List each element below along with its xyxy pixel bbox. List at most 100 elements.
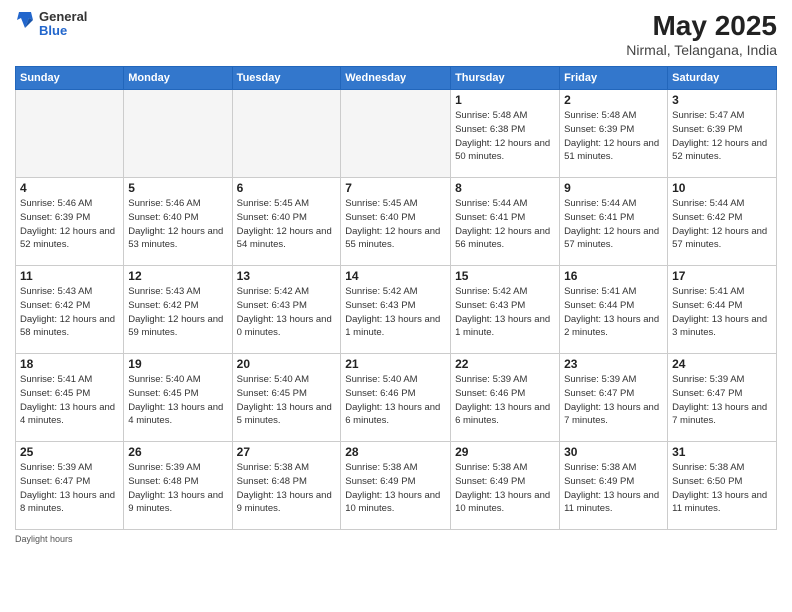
logo-general: General xyxy=(39,10,87,24)
day-number: 22 xyxy=(455,357,555,371)
day-number: 29 xyxy=(455,445,555,459)
day-info: Sunrise: 5:42 AM Sunset: 6:43 PM Dayligh… xyxy=(455,285,555,340)
day-number: 18 xyxy=(20,357,119,371)
day-number: 16 xyxy=(564,269,663,283)
calendar-cell: 5 Sunrise: 5:46 AM Sunset: 6:40 PM Daylig… xyxy=(124,178,232,266)
day-info: Sunrise: 5:48 AM Sunset: 6:39 PM Dayligh… xyxy=(564,109,663,164)
calendar-cell: 11 Sunrise: 5:43 AM Sunset: 6:42 PM Dayli… xyxy=(16,266,124,354)
weekday-header-thursday: Thursday xyxy=(451,67,560,90)
weekday-header-friday: Friday xyxy=(560,67,668,90)
day-info: Sunrise: 5:47 AM Sunset: 6:39 PM Dayligh… xyxy=(672,109,772,164)
day-info: Sunrise: 5:41 AM Sunset: 6:44 PM Dayligh… xyxy=(564,285,663,340)
day-info: Sunrise: 5:40 AM Sunset: 6:45 PM Dayligh… xyxy=(128,373,227,428)
header: General Blue May 2025 Nirmal, Telangana,… xyxy=(15,10,777,58)
day-info: Sunrise: 5:39 AM Sunset: 6:48 PM Dayligh… xyxy=(128,461,227,516)
weekday-header-saturday: Saturday xyxy=(668,67,777,90)
day-number: 5 xyxy=(128,181,227,195)
calendar-row-5: 25 Sunrise: 5:39 AM Sunset: 6:47 PM Dayli… xyxy=(16,442,777,530)
day-number: 27 xyxy=(237,445,337,459)
calendar-row-2: 4Sunrise: 5:46 AM Sunset: 6:39 PM Daylig… xyxy=(16,178,777,266)
page: General Blue May 2025 Nirmal, Telangana,… xyxy=(0,0,792,612)
day-number: 6 xyxy=(237,181,337,195)
day-info: Sunrise: 5:48 AM Sunset: 6:38 PM Dayligh… xyxy=(455,109,555,164)
calendar-row-3: 11 Sunrise: 5:43 AM Sunset: 6:42 PM Dayli… xyxy=(16,266,777,354)
calendar-cell: 21 Sunrise: 5:40 AM Sunset: 6:46 PM Dayli… xyxy=(341,354,451,442)
day-number: 2 xyxy=(564,93,663,107)
day-number: 30 xyxy=(564,445,663,459)
calendar-cell: 19 Sunrise: 5:40 AM Sunset: 6:45 PM Dayli… xyxy=(124,354,232,442)
calendar-cell: 31 Sunrise: 5:38 AM Sunset: 6:50 PM Dayli… xyxy=(668,442,777,530)
day-number: 15 xyxy=(455,269,555,283)
day-number: 9 xyxy=(564,181,663,195)
logo-blue: Blue xyxy=(39,24,87,38)
day-number: 31 xyxy=(672,445,772,459)
day-number: 11 xyxy=(20,269,119,283)
calendar-cell: 29Sunrise: 5:38 AM Sunset: 6:49 PM Dayli… xyxy=(451,442,560,530)
calendar-cell: 28 Sunrise: 5:38 AM Sunset: 6:49 PM Dayli… xyxy=(341,442,451,530)
day-info: Sunrise: 5:38 AM Sunset: 6:49 PM Dayligh… xyxy=(345,461,446,516)
day-number: 21 xyxy=(345,357,446,371)
calendar-cell: 27Sunrise: 5:38 AM Sunset: 6:48 PM Dayli… xyxy=(232,442,341,530)
day-info: Sunrise: 5:40 AM Sunset: 6:45 PM Dayligh… xyxy=(237,373,337,428)
calendar-cell: 17Sunrise: 5:41 AM Sunset: 6:44 PM Dayli… xyxy=(668,266,777,354)
day-info: Sunrise: 5:44 AM Sunset: 6:42 PM Dayligh… xyxy=(672,197,772,252)
calendar-row-4: 18 Sunrise: 5:41 AM Sunset: 6:45 PM Dayli… xyxy=(16,354,777,442)
page-subtitle: Nirmal, Telangana, India xyxy=(626,42,777,58)
calendar-cell: 15 Sunrise: 5:42 AM Sunset: 6:43 PM Dayli… xyxy=(451,266,560,354)
calendar-cell: 30 Sunrise: 5:38 AM Sunset: 6:49 PM Dayli… xyxy=(560,442,668,530)
calendar-cell: 24Sunrise: 5:39 AM Sunset: 6:47 PM Dayli… xyxy=(668,354,777,442)
day-number: 28 xyxy=(345,445,446,459)
weekday-header-tuesday: Tuesday xyxy=(232,67,341,90)
day-number: 8 xyxy=(455,181,555,195)
day-info: Sunrise: 5:41 AM Sunset: 6:45 PM Dayligh… xyxy=(20,373,119,428)
calendar-cell: 9Sunrise: 5:44 AM Sunset: 6:41 PM Daylig… xyxy=(560,178,668,266)
day-info: Sunrise: 5:38 AM Sunset: 6:49 PM Dayligh… xyxy=(564,461,663,516)
weekday-header-wednesday: Wednesday xyxy=(341,67,451,90)
calendar-cell: 25 Sunrise: 5:39 AM Sunset: 6:47 PM Dayli… xyxy=(16,442,124,530)
title-block: May 2025 Nirmal, Telangana, India xyxy=(626,10,777,58)
calendar-cell: 4Sunrise: 5:46 AM Sunset: 6:39 PM Daylig… xyxy=(16,178,124,266)
day-info: Sunrise: 5:38 AM Sunset: 6:50 PM Dayligh… xyxy=(672,461,772,516)
calendar-cell: 13Sunrise: 5:42 AM Sunset: 6:43 PM Dayli… xyxy=(232,266,341,354)
day-info: Sunrise: 5:40 AM Sunset: 6:46 PM Dayligh… xyxy=(345,373,446,428)
calendar-cell: 20 Sunrise: 5:40 AM Sunset: 6:45 PM Dayli… xyxy=(232,354,341,442)
day-info: Sunrise: 5:42 AM Sunset: 6:43 PM Dayligh… xyxy=(237,285,337,340)
logo: General Blue xyxy=(15,10,87,39)
day-info: Sunrise: 5:46 AM Sunset: 6:40 PM Dayligh… xyxy=(128,197,227,252)
calendar-cell xyxy=(124,90,232,178)
calendar-cell: 3 Sunrise: 5:47 AM Sunset: 6:39 PM Daylig… xyxy=(668,90,777,178)
weekday-header-monday: Monday xyxy=(124,67,232,90)
calendar-cell: 2 Sunrise: 5:48 AM Sunset: 6:39 PM Daylig… xyxy=(560,90,668,178)
day-info: Sunrise: 5:45 AM Sunset: 6:40 PM Dayligh… xyxy=(237,197,337,252)
day-number: 20 xyxy=(237,357,337,371)
calendar-cell: 7 Sunrise: 5:45 AM Sunset: 6:40 PM Daylig… xyxy=(341,178,451,266)
calendar-cell: 23Sunrise: 5:39 AM Sunset: 6:47 PM Dayli… xyxy=(560,354,668,442)
logo-text: General Blue xyxy=(39,10,87,39)
calendar-cell: 6 Sunrise: 5:45 AM Sunset: 6:40 PM Daylig… xyxy=(232,178,341,266)
calendar-row-1: 1 Sunrise: 5:48 AM Sunset: 6:38 PM Daylig… xyxy=(16,90,777,178)
day-number: 14 xyxy=(345,269,446,283)
day-info: Sunrise: 5:43 AM Sunset: 6:42 PM Dayligh… xyxy=(20,285,119,340)
calendar-cell: 18 Sunrise: 5:41 AM Sunset: 6:45 PM Dayli… xyxy=(16,354,124,442)
day-number: 19 xyxy=(128,357,227,371)
day-number: 1 xyxy=(455,93,555,107)
day-number: 7 xyxy=(345,181,446,195)
calendar-cell: 12 Sunrise: 5:43 AM Sunset: 6:42 PM Dayli… xyxy=(124,266,232,354)
day-info: Sunrise: 5:45 AM Sunset: 6:40 PM Dayligh… xyxy=(345,197,446,252)
day-number: 10 xyxy=(672,181,772,195)
calendar-cell xyxy=(232,90,341,178)
day-info: Sunrise: 5:39 AM Sunset: 6:46 PM Dayligh… xyxy=(455,373,555,428)
page-title: May 2025 xyxy=(626,10,777,42)
calendar-cell xyxy=(341,90,451,178)
day-number: 12 xyxy=(128,269,227,283)
day-info: Sunrise: 5:43 AM Sunset: 6:42 PM Dayligh… xyxy=(128,285,227,340)
calendar-table: SundayMondayTuesdayWednesdayThursdayFrid… xyxy=(15,66,777,530)
day-number: 26 xyxy=(128,445,227,459)
day-number: 25 xyxy=(20,445,119,459)
day-number: 3 xyxy=(672,93,772,107)
calendar-cell xyxy=(16,90,124,178)
day-info: Sunrise: 5:44 AM Sunset: 6:41 PM Dayligh… xyxy=(455,197,555,252)
calendar-cell: 1 Sunrise: 5:48 AM Sunset: 6:38 PM Daylig… xyxy=(451,90,560,178)
day-info: Sunrise: 5:39 AM Sunset: 6:47 PM Dayligh… xyxy=(20,461,119,516)
footer-note: Daylight hours xyxy=(15,534,777,544)
